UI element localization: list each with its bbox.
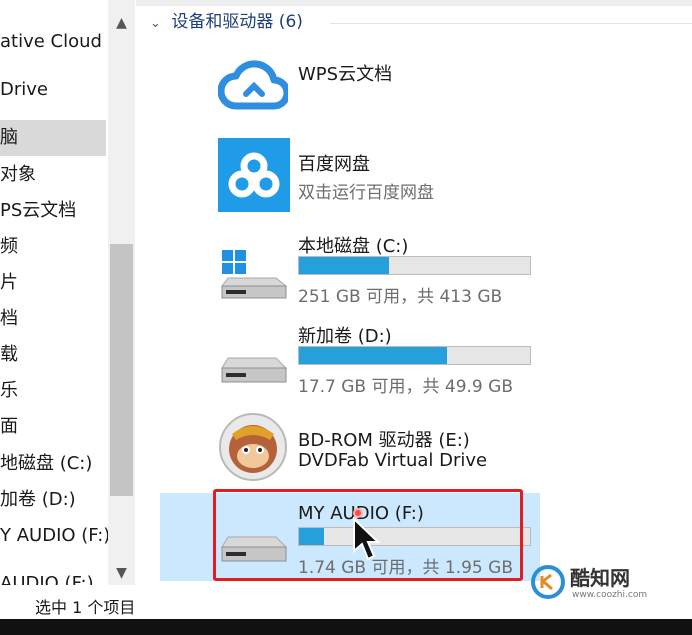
nav-item-videos[interactable]: 频 bbox=[0, 229, 106, 265]
drive-name: 新加卷 (D:) bbox=[298, 326, 392, 347]
nav-item-desktop[interactable]: 面 bbox=[0, 409, 106, 445]
mouse-cursor-icon bbox=[352, 516, 381, 569]
scroll-up-button[interactable]: ▲ bbox=[108, 8, 135, 38]
nav-item-this-pc[interactable]: 脑 bbox=[0, 120, 106, 156]
drive-tile-e[interactable]: BD-ROM 驱动器 (E:) DVDFab Virtual Drive bbox=[160, 410, 540, 482]
watermark-title: 酷知网 bbox=[570, 566, 630, 590]
drive-usage-fill bbox=[299, 257, 390, 274]
drive-free-space: 251 GB 可用，共 413 GB bbox=[298, 287, 503, 307]
hard-drive-icon bbox=[220, 356, 290, 394]
nav-item-onedrive[interactable]: Drive bbox=[0, 72, 106, 108]
windows-drive-icon bbox=[220, 248, 290, 304]
nav-item-downloads[interactable]: 载 bbox=[0, 337, 106, 373]
drive-subtitle: 双击运行百度网盘 bbox=[298, 183, 434, 203]
drive-name: WPS云文档 bbox=[298, 64, 393, 85]
group-header-devices[interactable]: ⌄ 设备和驱动器 (6) bbox=[150, 8, 303, 36]
nav-item-music[interactable]: 乐 bbox=[0, 373, 106, 409]
group-title: 设备和驱动器 (6) bbox=[171, 12, 303, 32]
drive-name: 本地磁盘 (C:) bbox=[298, 236, 409, 257]
selection-count: 选中 1 个项目 bbox=[35, 598, 136, 617]
nav-item-creative-cloud[interactable]: ative Cloud Fi bbox=[0, 24, 122, 60]
group-divider bbox=[330, 23, 692, 24]
nav-item-documents[interactable]: 档 bbox=[0, 301, 106, 337]
drive-name: BD-ROM 驱动器 (E:) bbox=[298, 430, 470, 451]
drive-usage-fill bbox=[299, 347, 447, 364]
nav-scrollbar[interactable]: ▲ ▼ bbox=[108, 0, 135, 585]
drive-tile-d[interactable]: 新加卷 (D:) 17.7 GB 可用，共 49.9 GB bbox=[160, 318, 540, 398]
nav-item-3d-objects[interactable]: 对象 bbox=[0, 157, 106, 193]
drive-name: 百度网盘 bbox=[298, 154, 370, 175]
nav-item-wps-cloud[interactable]: PS云文档 bbox=[0, 193, 106, 229]
taskbar bbox=[0, 619, 692, 635]
drive-tile-c[interactable]: 本地磁盘 (C:) 251 GB 可用，共 413 GB bbox=[160, 228, 540, 308]
drive-usage-bar bbox=[298, 346, 531, 365]
watermark-url: www.coozhi.com bbox=[572, 590, 648, 600]
nav-item-new-volume-d[interactable]: 加卷 (D:) bbox=[0, 482, 106, 518]
scroll-down-button[interactable]: ▼ bbox=[108, 558, 135, 585]
drive-tile-baidu[interactable]: 百度网盘 双击运行百度网盘 bbox=[160, 138, 540, 216]
window-top-edge bbox=[136, 0, 692, 6]
scroll-thumb[interactable] bbox=[110, 244, 133, 496]
nav-item-local-disk-c[interactable]: 地磁盘 (C:) bbox=[0, 446, 106, 482]
baidu-netdisk-icon bbox=[218, 138, 290, 216]
coozhi-logo-icon bbox=[531, 565, 565, 599]
nav-item-pictures[interactable]: 片 bbox=[0, 265, 106, 301]
wps-cloud-icon bbox=[217, 52, 291, 118]
drive-tile-wps[interactable]: WPS云文档 bbox=[160, 48, 540, 118]
dvdfab-icon bbox=[218, 412, 288, 486]
drive-free-space: 17.7 GB 可用，共 49.9 GB bbox=[298, 377, 513, 397]
watermark: 酷知网 www.coozhi.com bbox=[528, 560, 678, 608]
drive-usage-bar bbox=[298, 256, 531, 275]
nav-item-my-audio-f[interactable]: Y AUDIO (F:) bbox=[0, 518, 110, 554]
navigation-pane: ative Cloud Fi Drive 脑 对象 PS云文档 频 片 档 载 … bbox=[0, 0, 135, 585]
nav-item-audio-f[interactable]: AUDIO (F:) bbox=[0, 566, 106, 585]
chevron-down-icon[interactable]: ⌄ bbox=[150, 10, 166, 38]
drive-subtitle: DVDFab Virtual Drive bbox=[298, 450, 488, 471]
